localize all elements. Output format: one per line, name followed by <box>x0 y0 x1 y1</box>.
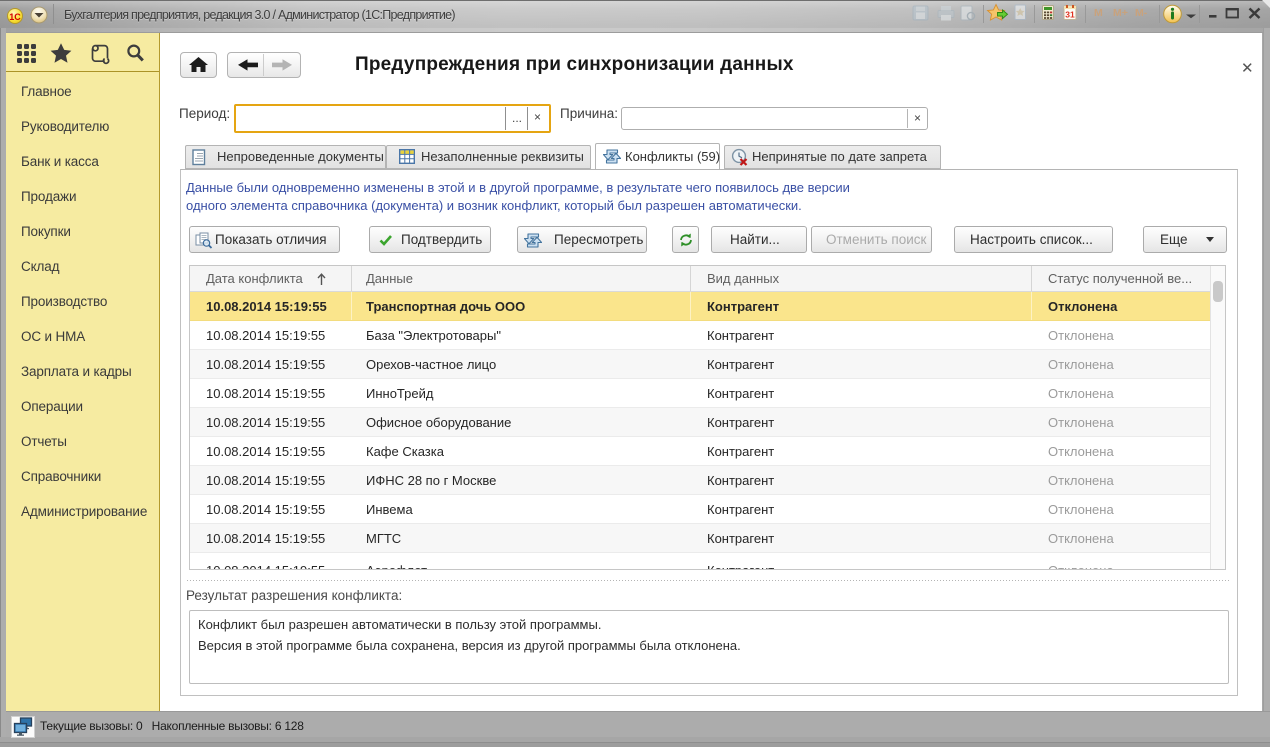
svg-text:М: М <box>1094 7 1103 19</box>
svg-text:М-: М- <box>1135 7 1148 19</box>
svg-text:31: 31 <box>1065 10 1075 20</box>
svg-text:1С: 1С <box>9 12 21 22</box>
svg-text:М+: М+ <box>1113 7 1128 19</box>
